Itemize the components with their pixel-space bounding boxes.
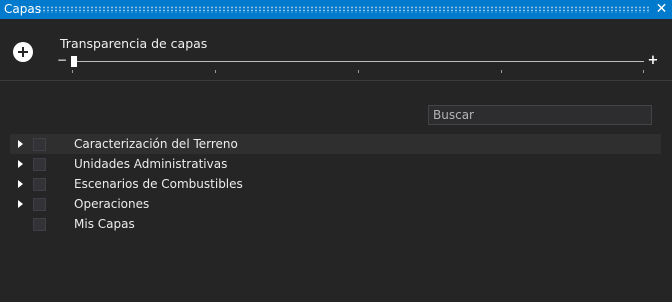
window-title: Capas	[4, 2, 41, 16]
layer-row-mis-capas[interactable]: Mis Capas	[10, 214, 661, 234]
slider-increase-button[interactable]: +	[647, 53, 659, 68]
layer-label: Escenarios de Combustibles	[74, 177, 243, 191]
transparency-slider-thumb[interactable]	[71, 56, 77, 67]
slider-tick	[358, 70, 359, 73]
section-divider	[0, 80, 672, 81]
slider-tick	[72, 70, 73, 73]
close-icon[interactable]: ✕	[653, 1, 670, 18]
layer-label: Unidades Administrativas	[74, 157, 228, 171]
layer-tree: Caracterización del Terreno Unidades Adm…	[10, 134, 661, 234]
layer-label: Caracterización del Terreno	[74, 137, 238, 151]
layer-checkbox[interactable]	[33, 218, 46, 231]
layer-row-escenarios-combustibles[interactable]: Escenarios de Combustibles	[10, 174, 661, 194]
layer-row-caracterizacion-terreno[interactable]: Caracterización del Terreno	[10, 134, 661, 154]
slider-tick	[215, 70, 216, 73]
layer-checkbox[interactable]	[33, 158, 46, 171]
transparency-slider-track[interactable]	[72, 61, 644, 62]
layer-label: Mis Capas	[74, 217, 135, 231]
add-layer-button[interactable]	[13, 42, 33, 62]
expand-arrow-icon[interactable]	[18, 200, 23, 208]
layer-checkbox[interactable]	[33, 178, 46, 191]
layer-checkbox[interactable]	[33, 198, 46, 211]
title-bar[interactable]: Capas ✕	[0, 0, 672, 19]
expand-arrow-icon[interactable]	[18, 160, 23, 168]
transparency-label: Transparencia de capas	[60, 36, 208, 51]
layer-row-operaciones[interactable]: Operaciones	[10, 194, 661, 214]
slider-tick	[501, 70, 502, 73]
search-input[interactable]	[428, 105, 652, 125]
drag-grip[interactable]	[38, 6, 650, 13]
slider-decrease-button[interactable]: −	[57, 53, 67, 67]
layer-label: Operaciones	[74, 197, 150, 211]
slider-tick	[643, 70, 644, 73]
layer-checkbox[interactable]	[33, 138, 46, 151]
layer-row-unidades-administrativas[interactable]: Unidades Administrativas	[10, 154, 661, 174]
expand-arrow-icon[interactable]	[18, 180, 23, 188]
expand-arrow-icon[interactable]	[18, 140, 23, 148]
